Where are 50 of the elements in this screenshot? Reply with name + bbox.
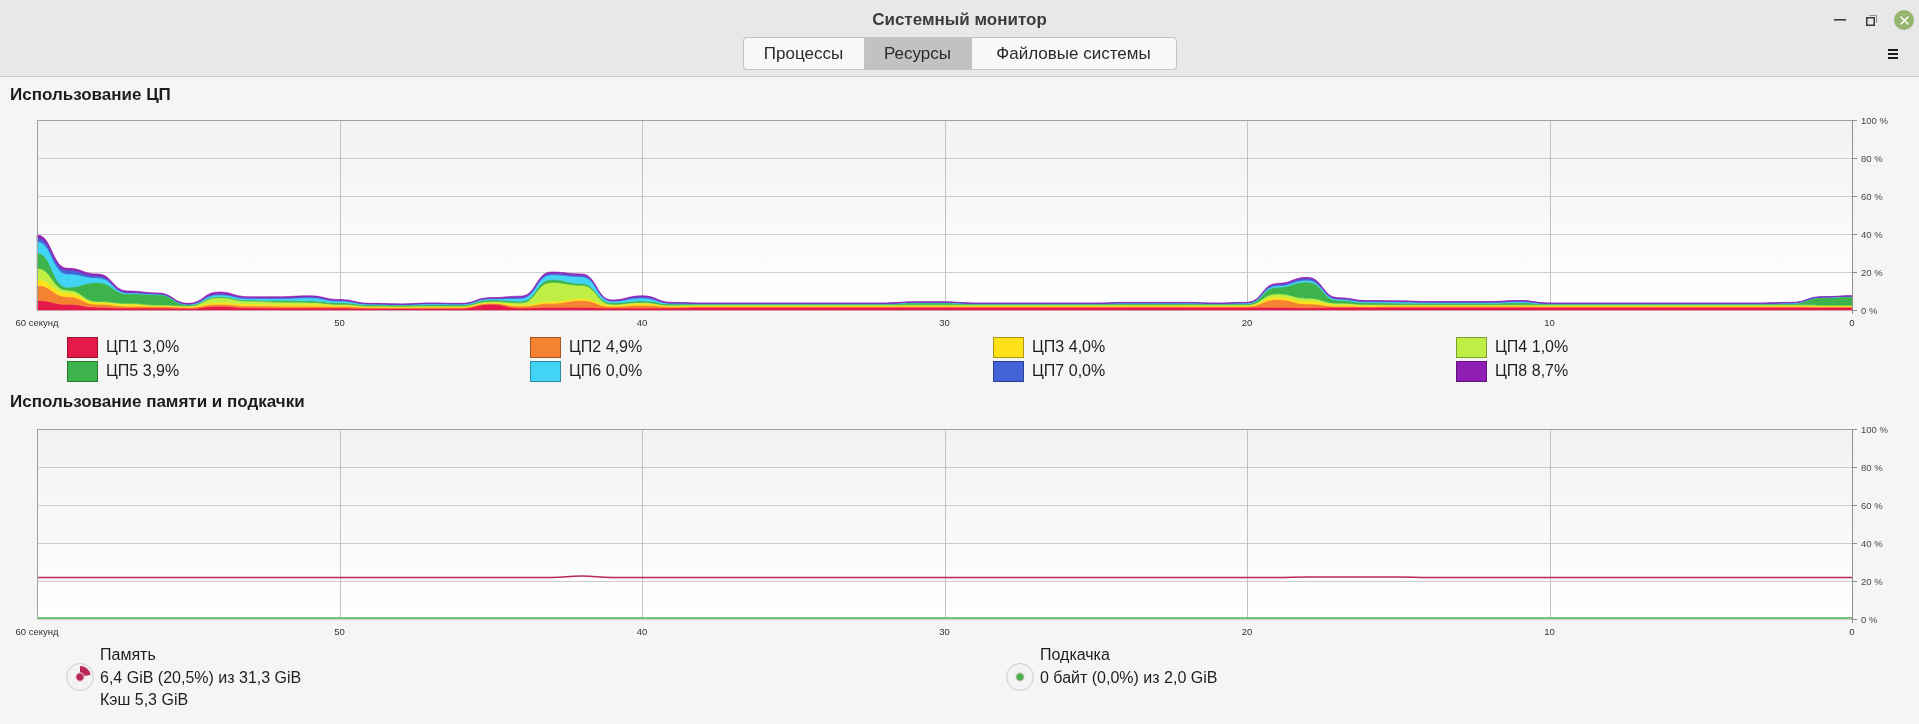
y-axis-label: 80 %	[1861, 152, 1883, 164]
legend-value: 0,0%	[605, 361, 643, 381]
y-axis-label: 60 %	[1861, 499, 1883, 511]
summary-title: Память	[100, 645, 157, 665]
legend-value: 4,9%	[605, 337, 643, 357]
legend-label: ЦП4	[1495, 337, 1528, 357]
summary-title: Подкачка	[1040, 645, 1111, 665]
x-axis-label: 60 секунд	[15, 317, 59, 328]
legend-label: ЦП3	[1032, 337, 1065, 357]
y-axis-label: 0 %	[1861, 613, 1878, 625]
summary-text: 6,4 GiB (20,5%) из 31,3 GiB	[100, 667, 302, 688]
section-title: Использование памяти и подкачки	[10, 391, 305, 413]
legend-label: ЦП7	[1032, 361, 1065, 381]
legend-label: ЦП6	[569, 361, 602, 381]
legend-value: 1,0%	[1531, 337, 1569, 357]
x-axis-label: 20	[1241, 626, 1253, 637]
y-axis-label: 80 %	[1861, 461, 1883, 473]
x-axis-label: 30	[939, 317, 950, 328]
legend-label: ЦП2	[569, 337, 602, 357]
x-axis-label: 50	[334, 626, 345, 637]
y-axis-label: 40 %	[1861, 228, 1883, 240]
legend-label: ЦП8	[1495, 361, 1528, 381]
legend-value: 0,0%	[1068, 361, 1106, 381]
x-axis-label: 30	[939, 626, 950, 637]
x-axis-label: 10	[1544, 317, 1555, 328]
y-axis-label: 60 %	[1861, 190, 1883, 202]
x-axis-label: 0	[1849, 317, 1855, 328]
legend-value: 4,0%	[1068, 337, 1106, 357]
window-title: Системный монитор	[872, 9, 1047, 31]
legend-value: 8,7%	[1531, 361, 1569, 381]
y-axis-label: 100 %	[1861, 114, 1888, 126]
x-axis-label: 60 секунд	[15, 626, 59, 637]
x-axis-label: 20	[1241, 317, 1253, 328]
x-axis-label: 50	[334, 317, 345, 328]
section-title: Использование ЦП	[10, 84, 171, 106]
x-axis-label: 40	[636, 626, 648, 637]
summary-text: Кэш 5,3 GiB	[100, 690, 190, 710]
y-axis-label: 20 %	[1861, 266, 1883, 278]
y-axis-label: 100 %	[1861, 423, 1888, 435]
x-axis-label: 40	[636, 317, 648, 328]
legend-value: 3,0%	[142, 337, 180, 357]
y-axis-label: 40 %	[1861, 537, 1883, 549]
legend-value: 3,9%	[142, 361, 180, 381]
summary-text: 0 байт (0,0%) из 2,0 GiB	[1040, 667, 1218, 688]
x-axis-label: 10	[1544, 626, 1555, 637]
x-axis-label: 0	[1849, 626, 1855, 637]
y-axis-label: 20 %	[1861, 575, 1883, 587]
y-axis-label: 0 %	[1861, 304, 1878, 316]
legend-label: ЦП1	[106, 337, 139, 357]
legend-label: ЦП5	[106, 361, 139, 381]
